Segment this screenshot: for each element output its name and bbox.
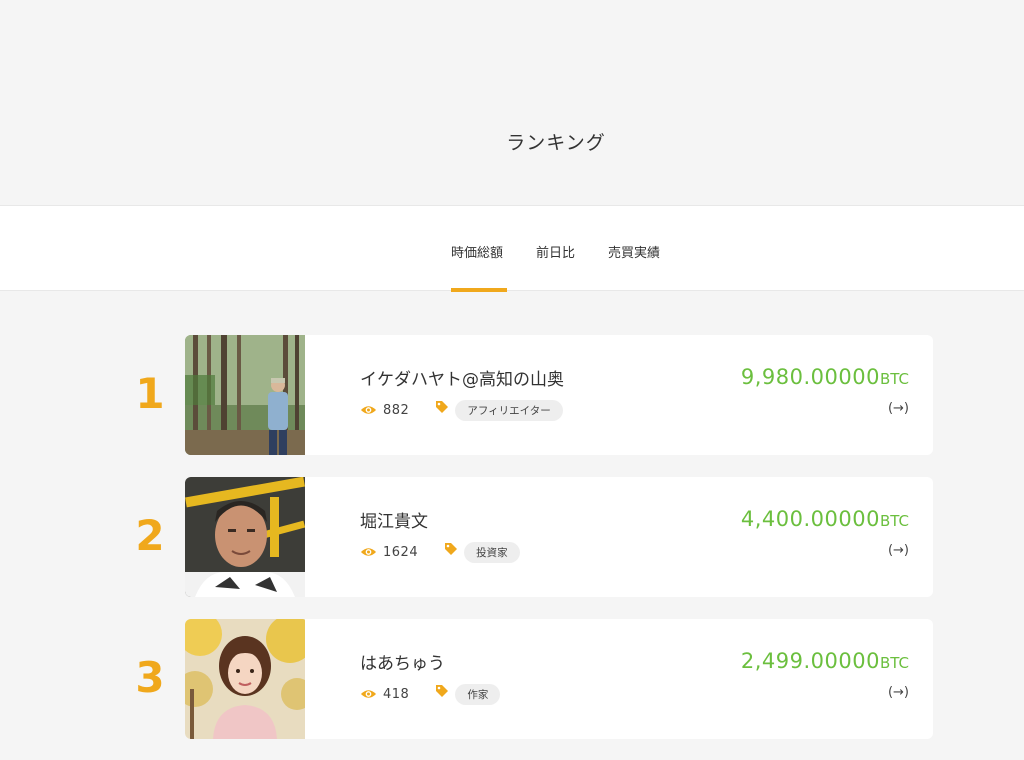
user-meta: 1624 投資家 (360, 541, 520, 563)
page-title: ランキング (506, 132, 606, 154)
price: 9,980.00000BTC (741, 365, 909, 389)
price-change-indicator: (→) (887, 685, 909, 700)
ranking-tabs: 時価総額 前日比 売買実績 (0, 205, 1024, 292)
tab-market-cap[interactable]: 時価総額 (451, 242, 503, 261)
view-count: 418 (383, 686, 410, 702)
category-tag[interactable]: アフィリエイター (455, 399, 563, 421)
ranking-row: 2 堀江貴文 1624 投資家 4,400.00000BTC (→) (0, 477, 1024, 597)
tag-icon (436, 401, 449, 413)
price-amount: 4,400.00000 (740, 507, 880, 531)
price-unit: BTC (879, 512, 909, 530)
user-meta: 418 作家 (360, 683, 501, 705)
ranking-card[interactable]: はあちゅう 418 作家 2,499.00000BTC (→) (185, 619, 933, 739)
eye-icon (360, 548, 377, 556)
eye-icon (360, 406, 377, 414)
category-tag[interactable]: 作家 (455, 683, 501, 705)
ranking-card[interactable]: 堀江貴文 1624 投資家 4,400.00000BTC (→) (185, 477, 933, 597)
rank-number: 3 (135, 653, 165, 702)
avatar (185, 477, 305, 597)
price-amount: 9,980.00000 (740, 365, 880, 389)
tag-icon (436, 685, 449, 697)
price: 4,400.00000BTC (741, 507, 909, 531)
ranking-row: 1 イケダハヤト@高知の山奥 882 アフィリエイター 9,980.00000B… (0, 335, 1024, 455)
tab-day-change[interactable]: 前日比 (536, 242, 575, 261)
user-name: イケダハヤト@高知の山奥 (360, 370, 564, 390)
rank-number: 1 (135, 369, 165, 418)
user-name: はあちゅう (360, 654, 445, 674)
active-tab-indicator (451, 288, 507, 292)
tab-trade-record[interactable]: 売買実績 (608, 242, 660, 261)
price-change-indicator: (→) (887, 401, 909, 416)
user-meta: 882 アフィリエイター (360, 399, 563, 421)
ranking-card[interactable]: イケダハヤト@高知の山奥 882 アフィリエイター 9,980.00000BTC… (185, 335, 933, 455)
price-unit: BTC (879, 370, 909, 388)
user-name: 堀江貴文 (360, 512, 428, 532)
price-amount: 2,499.00000 (740, 649, 880, 673)
view-count: 882 (383, 402, 410, 418)
avatar (185, 335, 305, 455)
price-change-indicator: (→) (887, 543, 909, 558)
ranking-row: 3 はあちゅう 418 作家 2,499.00000BTC (→) (0, 619, 1024, 739)
view-count: 1624 (383, 544, 419, 560)
category-tag[interactable]: 投資家 (464, 541, 520, 563)
price: 2,499.00000BTC (741, 649, 909, 673)
price-unit: BTC (879, 654, 909, 672)
tag-icon (445, 543, 458, 555)
page-header: ランキング (0, 0, 1024, 205)
avatar (185, 619, 305, 739)
rank-number: 2 (135, 511, 165, 560)
eye-icon (360, 690, 377, 698)
